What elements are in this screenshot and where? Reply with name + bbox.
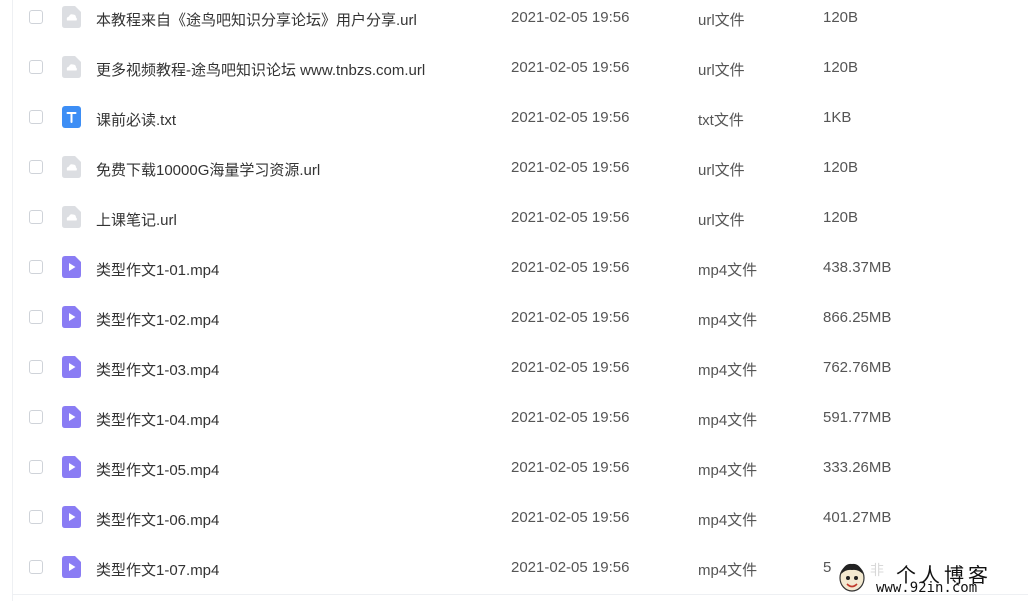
file-size: 762.76MB <box>823 359 892 376</box>
file-size: 1KB <box>823 109 852 126</box>
file-type: mp4文件 <box>698 362 758 379</box>
file-modified-date: 2021-02-05 19:56 <box>511 209 630 226</box>
file-row[interactable]: 类型作文1-04.mp4 2021-02-05 19:56 mp4文件 591.77M… <box>0 393 1028 443</box>
file-modified-date: 2021-02-05 19:56 <box>511 159 630 176</box>
select-checkbox[interactable] <box>29 210 43 224</box>
select-checkbox[interactable] <box>29 460 43 474</box>
select-checkbox[interactable] <box>29 360 43 374</box>
file-type: mp4文件 <box>698 562 758 579</box>
file-name[interactable]: 类型作文1-02.mp4 <box>96 309 219 330</box>
file-name[interactable]: 更多视频教程-途鸟吧知识论坛 www.tnbzs.com.url <box>96 59 425 80</box>
file-size: 401.27MB <box>823 509 892 526</box>
file-row[interactable]: 更多视频教程-途鸟吧知识论坛 www.tnbzs.com.url 2021-02-… <box>0 43 1028 93</box>
select-checkbox[interactable] <box>29 110 43 124</box>
file-modified-date: 2021-02-05 19:56 <box>511 409 630 426</box>
file-size: 120B <box>823 209 859 226</box>
file-modified-date: 2021-02-05 19:56 <box>511 259 630 276</box>
file-row[interactable]: 类型作文1-03.mp4 2021-02-05 19:56 mp4文件 762.76M… <box>0 343 1028 393</box>
file-size: 438.37MB <box>823 259 892 276</box>
file-type: url文件 <box>698 162 745 179</box>
file-type: mp4文件 <box>698 312 758 329</box>
txt-file-icon <box>62 106 81 128</box>
select-checkbox[interactable] <box>29 310 43 324</box>
file-name[interactable]: 课前必读.txt <box>96 109 176 130</box>
file-row[interactable]: 本教程来自《途鸟吧知识分享论坛》用户分享.url 2021-02-05 19:56… <box>0 0 1028 43</box>
file-name[interactable]: 类型作文1-06.mp4 <box>96 509 219 530</box>
video-file-icon <box>62 306 81 328</box>
file-row[interactable]: 课前必读.txt 2021-02-05 19:56 txt文件 1KB <box>0 93 1028 143</box>
file-modified-date: 2021-02-05 19:56 <box>511 109 630 126</box>
watermark-avatar-icon <box>839 563 865 592</box>
file-type: mp4文件 <box>698 512 758 529</box>
select-checkbox[interactable] <box>29 410 43 424</box>
watermark-url: www.92in.com <box>876 580 978 596</box>
file-name[interactable]: 类型作文1-03.mp4 <box>96 359 219 380</box>
file-name[interactable]: 上课笔记.url <box>96 209 177 230</box>
video-file-icon <box>62 356 81 378</box>
file-type: mp4文件 <box>698 462 758 479</box>
url-file-icon <box>62 56 81 78</box>
video-file-icon <box>62 406 81 428</box>
watermark-faded-glyph: 非 <box>870 563 884 579</box>
file-modified-date: 2021-02-05 19:56 <box>511 59 630 76</box>
file-name[interactable]: 类型作文1-07.mp4 <box>96 559 219 580</box>
url-file-icon <box>62 206 81 228</box>
file-list: 本教程来自《途鸟吧知识分享论坛》用户分享.url 2021-02-05 19:56… <box>0 0 1028 593</box>
file-size: 866.25MB <box>823 309 892 326</box>
file-type: mp4文件 <box>698 412 758 429</box>
file-name[interactable]: 免费下载10000G海量学习资源.url <box>96 159 320 180</box>
file-modified-date: 2021-02-05 19:56 <box>511 459 630 476</box>
select-checkbox[interactable] <box>29 60 43 74</box>
select-checkbox[interactable] <box>29 510 43 524</box>
file-row[interactable]: 类型作文1-01.mp4 2021-02-05 19:56 mp4文件 438.37M… <box>0 243 1028 293</box>
file-type: mp4文件 <box>698 262 758 279</box>
file-modified-date: 2021-02-05 19:56 <box>511 309 630 326</box>
video-file-icon <box>62 556 81 578</box>
select-checkbox[interactable] <box>29 160 43 174</box>
file-row[interactable]: 上课笔记.url 2021-02-05 19:56 url文件 120B <box>0 193 1028 243</box>
url-file-icon <box>62 6 81 28</box>
file-row[interactable]: 类型作文1-05.mp4 2021-02-05 19:56 mp4文件 333.26M… <box>0 443 1028 493</box>
file-type: url文件 <box>698 212 745 229</box>
url-file-icon <box>62 156 81 178</box>
file-row[interactable]: 类型作文1-02.mp4 2021-02-05 19:56 mp4文件 866.25M… <box>0 293 1028 343</box>
file-name[interactable]: 类型作文1-01.mp4 <box>96 259 219 280</box>
video-file-icon <box>62 456 81 478</box>
select-checkbox[interactable] <box>29 560 43 574</box>
file-size: 333.26MB <box>823 459 892 476</box>
file-type: txt文件 <box>698 112 744 129</box>
file-modified-date: 2021-02-05 19:56 <box>511 9 630 26</box>
file-modified-date: 2021-02-05 19:56 <box>511 559 630 576</box>
file-type: url文件 <box>698 12 745 29</box>
video-file-icon <box>62 256 81 278</box>
file-type: url文件 <box>698 62 745 79</box>
file-name[interactable]: 本教程来自《途鸟吧知识分享论坛》用户分享.url <box>96 9 417 30</box>
file-row[interactable]: 免费下载10000G海量学习资源.url 2021-02-05 19:56 url文… <box>0 143 1028 193</box>
video-file-icon <box>62 506 81 528</box>
file-size: 120B <box>823 9 859 26</box>
file-size: 591.77MB <box>823 409 892 426</box>
file-size: 120B <box>823 59 859 76</box>
file-size: 5 <box>823 559 832 576</box>
file-name[interactable]: 类型作文1-05.mp4 <box>96 459 219 480</box>
select-checkbox[interactable] <box>29 260 43 274</box>
file-modified-date: 2021-02-05 19:56 <box>511 359 630 376</box>
file-name[interactable]: 类型作文1-04.mp4 <box>96 409 219 430</box>
select-checkbox[interactable] <box>29 10 43 24</box>
file-size: 120B <box>823 159 859 176</box>
file-modified-date: 2021-02-05 19:56 <box>511 509 630 526</box>
file-row[interactable]: 类型作文1-06.mp4 2021-02-05 19:56 mp4文件 401.27M… <box>0 493 1028 543</box>
blog-watermark: 非 个人博客 www.92in.com <box>836 556 1028 601</box>
